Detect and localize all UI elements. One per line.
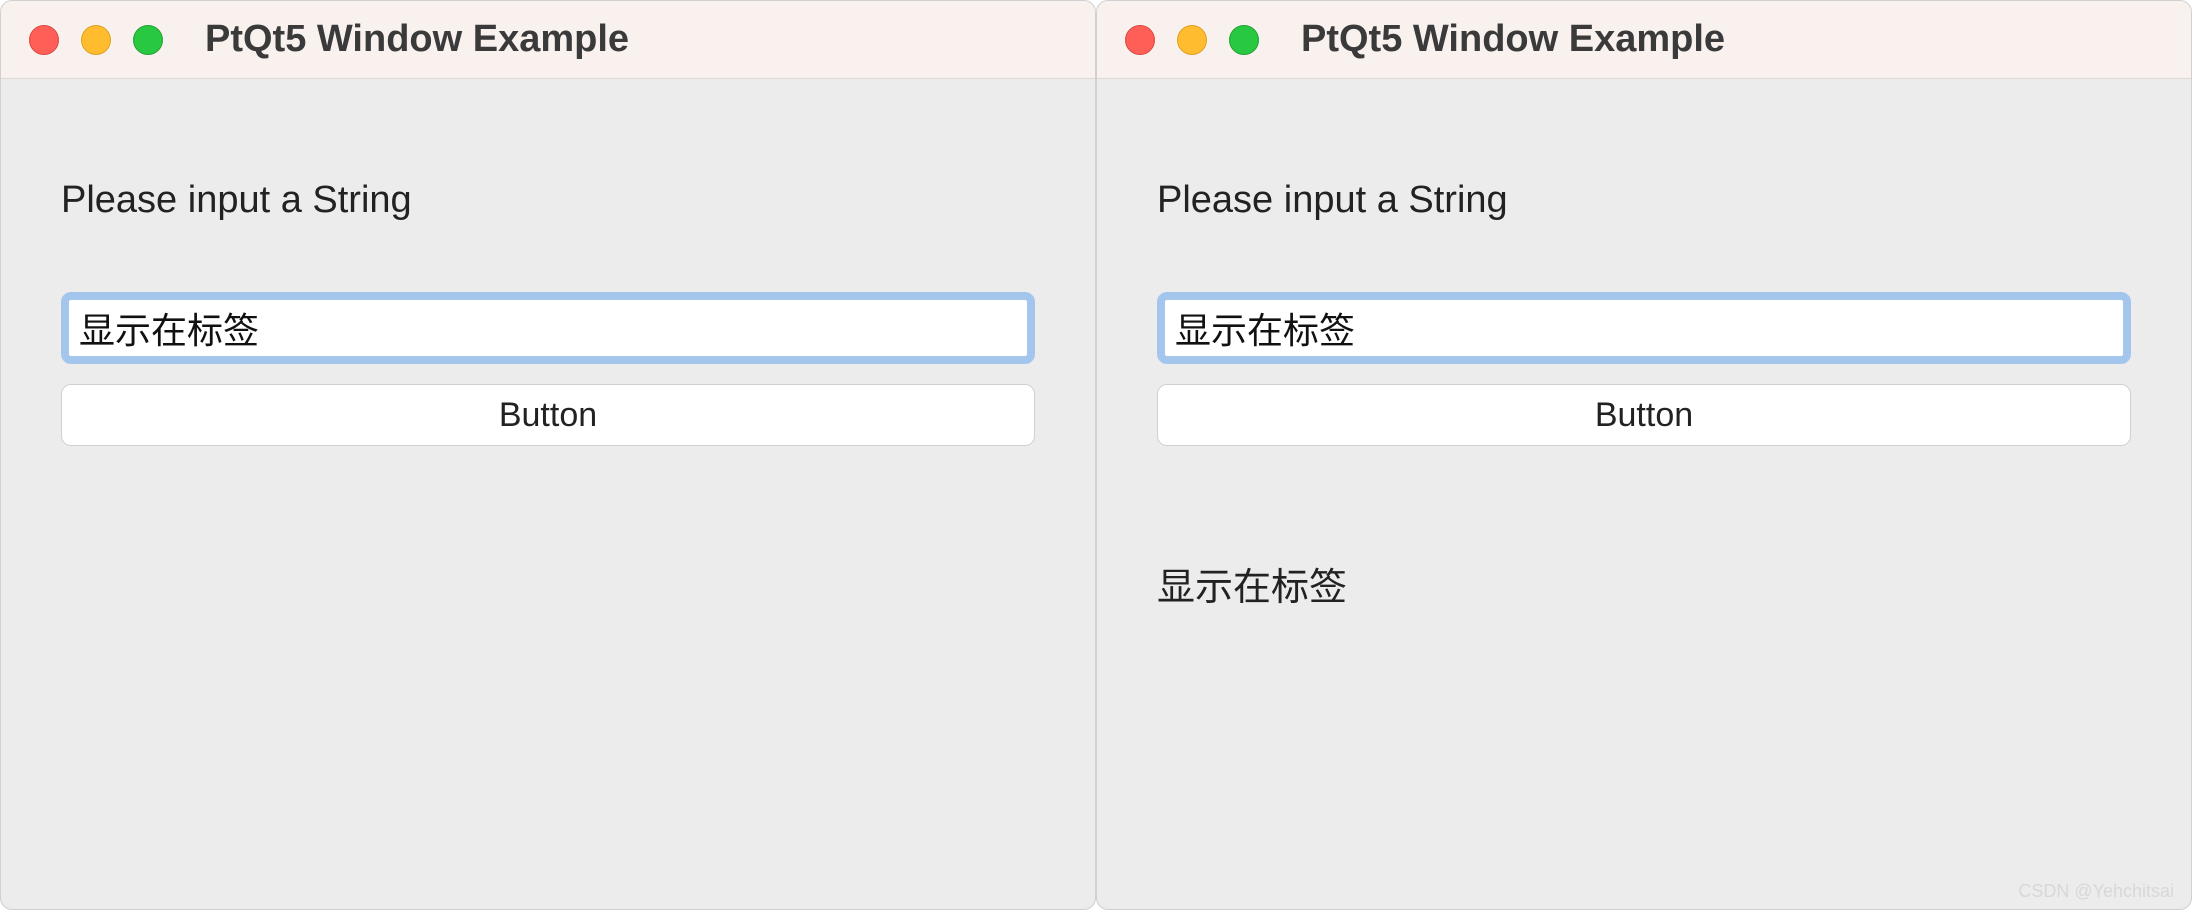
string-input[interactable] (79, 307, 1017, 349)
input-wrap (1157, 292, 2131, 364)
window-title: PtQt5 Window Example (1259, 18, 2163, 61)
window-left: PtQt5 Window Example Please input a Stri… (0, 0, 1096, 910)
string-input[interactable] (1175, 307, 2113, 349)
content-area: Please input a String Button 显示在标签 (1097, 79, 2191, 909)
input-wrap (61, 292, 1035, 364)
titlebar[interactable]: PtQt5 Window Example (1, 1, 1095, 79)
submit-button[interactable]: Button (61, 384, 1035, 446)
close-icon[interactable] (1125, 25, 1155, 55)
minimize-icon[interactable] (1177, 25, 1207, 55)
close-icon[interactable] (29, 25, 59, 55)
traffic-lights (29, 25, 163, 55)
output-label: 显示在标签 (1157, 556, 2131, 611)
window-right: PtQt5 Window Example Please input a Stri… (1096, 0, 2192, 910)
watermark: CSDN @Yehchitsai (2018, 881, 2174, 902)
minimize-icon[interactable] (81, 25, 111, 55)
maximize-icon[interactable] (1229, 25, 1259, 55)
titlebar[interactable]: PtQt5 Window Example (1097, 1, 2191, 79)
prompt-label: Please input a String (61, 179, 1035, 222)
submit-button[interactable]: Button (1157, 384, 2131, 446)
prompt-label: Please input a String (1157, 179, 2131, 222)
content-area: Please input a String Button (1, 79, 1095, 909)
traffic-lights (1125, 25, 1259, 55)
maximize-icon[interactable] (133, 25, 163, 55)
window-title: PtQt5 Window Example (163, 18, 1067, 61)
